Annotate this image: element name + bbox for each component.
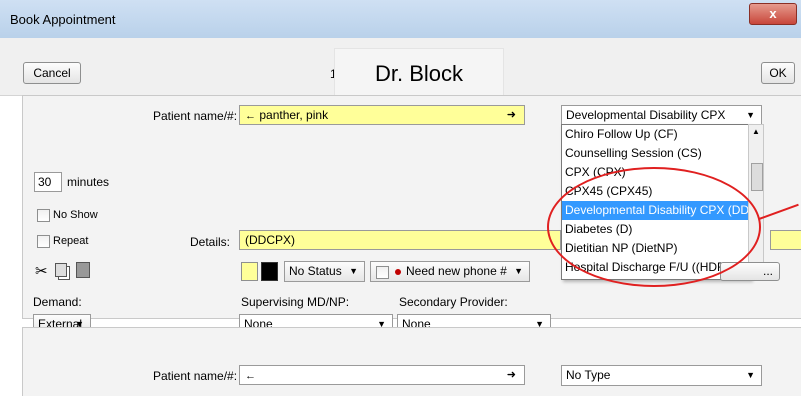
reminder-dot-icon: [395, 269, 401, 275]
reminder-select[interactable]: Need new phone # ▼: [370, 261, 530, 282]
dropdown-arrow-icon: ▼: [349, 266, 358, 276]
no-show-label: No Show: [53, 209, 98, 221]
repeat-label: Repeat: [53, 235, 89, 247]
dropdown-option[interactable]: Counselling Session (CS): [562, 144, 750, 163]
status-value: No Status: [289, 264, 342, 278]
patient-name-label: Patient name/#:: [153, 109, 238, 123]
color-swatch-black[interactable]: [261, 262, 278, 281]
arrow-right-icon[interactable]: ➜: [507, 106, 516, 124]
cut-icon[interactable]: ✂: [35, 262, 48, 280]
dropdown-option[interactable]: Chiro Follow Up (CF): [562, 125, 750, 144]
appointment-type-value-2: No Type: [566, 368, 611, 382]
patient-name-field[interactable]: ← panther, pink ➜: [239, 105, 525, 125]
repeat-checkbox[interactable]: [37, 235, 50, 248]
appointment-type-select-2[interactable]: No Type ▼: [561, 365, 762, 386]
patient-name-field-2[interactable]: ← ➜: [239, 365, 525, 385]
demand-label: Demand:: [33, 295, 82, 309]
reminder-value: Need new phone #: [406, 264, 507, 278]
secondary-provider-label: Secondary Provider:: [399, 295, 508, 309]
duration-unit-label: minutes: [67, 175, 110, 189]
scroll-up-icon[interactable]: ▲: [749, 125, 763, 139]
dropdown-arrow-icon: ▼: [746, 370, 755, 380]
provider-callout: Dr. Block: [334, 48, 504, 102]
details-field[interactable]: (DDCPX): [239, 230, 561, 250]
dropdown-arrow-icon: ▼: [746, 110, 755, 120]
arrow-left-icon[interactable]: ←: [245, 370, 256, 382]
close-button[interactable]: x: [749, 3, 797, 25]
cancel-button[interactable]: Cancel: [23, 62, 81, 84]
patient-name-label-2: Patient name/#:: [153, 369, 238, 383]
patient-name-value: panther, pink: [259, 108, 329, 122]
duration-field[interactable]: 30: [34, 172, 62, 192]
copy-icon[interactable]: [55, 263, 67, 277]
appointment-type-select[interactable]: Developmental Disability CPX (DDCPX) ▼: [561, 105, 762, 141]
color-swatch-yellow[interactable]: [241, 262, 258, 281]
annotation-circle: [547, 167, 761, 287]
ok-button[interactable]: OK: [761, 62, 795, 84]
dropdown-arrow-icon: ▼: [514, 266, 523, 276]
supervising-label: Supervising MD/NP:: [241, 295, 350, 309]
details-label: Details:: [190, 235, 231, 249]
window-title: Book Appointment: [10, 12, 116, 27]
paste-icon[interactable]: [76, 262, 90, 278]
arrow-left-icon[interactable]: ←: [245, 110, 256, 122]
arrow-right-icon[interactable]: ➜: [507, 366, 516, 384]
no-show-checkbox[interactable]: [37, 209, 50, 222]
scroll-thumb[interactable]: [751, 163, 763, 191]
reminder-checkbox[interactable]: [376, 266, 389, 279]
status-select[interactable]: No Status ▼: [284, 261, 365, 282]
details-field-overflow: [770, 230, 801, 250]
title-bar: [0, 0, 801, 39]
